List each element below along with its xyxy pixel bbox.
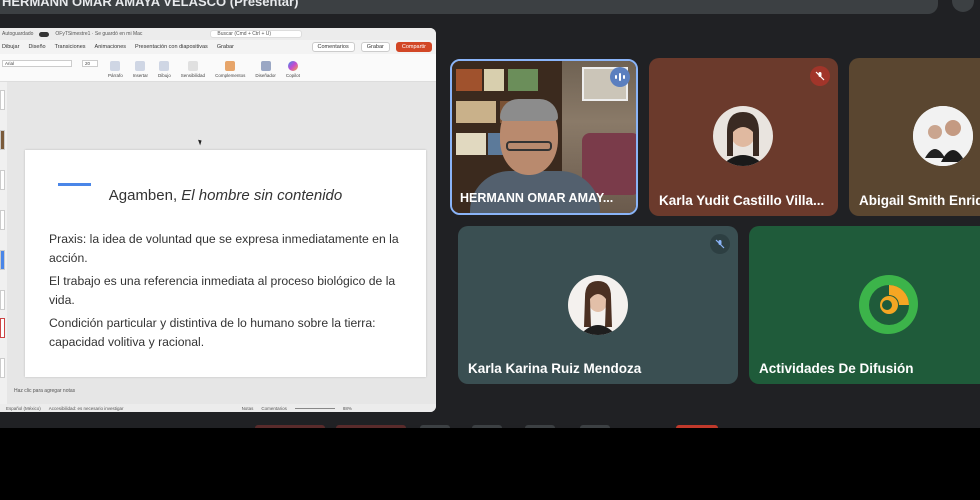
slide-title-italic: El hombre sin contenido xyxy=(181,187,343,204)
ppt-search-box[interactable]: Buscar (Cmd + Ctrl + U) xyxy=(210,30,303,38)
menu-transiciones[interactable]: Transiciones xyxy=(55,44,86,50)
slide-thumbnail[interactable] xyxy=(0,250,5,270)
ribbon-insertar[interactable]: Insertar xyxy=(133,61,148,78)
menu-grabar[interactable]: Grabar xyxy=(217,44,234,50)
sensitivity-icon xyxy=(187,61,198,71)
participant-name: Karla Yudit Castillo Villa... xyxy=(659,193,825,208)
slide-thumbnail[interactable] xyxy=(0,90,5,110)
ribbon-parrafo[interactable]: Párrafo xyxy=(108,61,123,78)
draw-icon xyxy=(159,61,170,71)
menu-dibujar[interactable]: Dibujar xyxy=(2,44,19,50)
slide-thumbnail[interactable] xyxy=(0,290,5,310)
ribbon-disenador-label: Diseñador xyxy=(255,73,276,78)
record-button[interactable]: Grabar xyxy=(360,42,390,52)
ribbon-copilot[interactable]: Copilot xyxy=(286,61,300,78)
participant-tile-actividades[interactable]: Actividades De Difusión xyxy=(749,226,980,384)
slide-bullet: Condición particular y distintiva de lo … xyxy=(49,316,376,349)
ribbon-copilot-label: Copilot xyxy=(285,73,300,78)
presenter-banner: HERMANN OMAR AMAYA VELASCO (Presentar) xyxy=(0,0,938,14)
slide-thumbnail[interactable] xyxy=(0,130,5,150)
participant-tile-karla-yudit[interactable]: Karla Yudit Castillo Villa... xyxy=(649,58,838,216)
addins-icon xyxy=(225,61,236,71)
participant-tile-abigail[interactable]: Abigail Smith Enriquez xyxy=(849,58,980,216)
ribbon-sensibilidad[interactable]: Sensibilidad xyxy=(181,61,205,78)
comments-button[interactable]: Comentarios xyxy=(311,42,355,52)
ribbon-disenador[interactable]: Diseñador xyxy=(255,61,276,78)
muted-mic-icon xyxy=(810,66,830,86)
slide-thumbnail[interactable] xyxy=(0,210,5,230)
slide-thumbnail[interactable] xyxy=(0,170,5,190)
participant-avatar xyxy=(568,275,628,335)
status-accessibility[interactable]: Accesibilidad: es necesario investigar xyxy=(49,406,124,411)
ppt-ribbon: Arial 20 Párrafo Insertar Dibujo Sensibi… xyxy=(0,54,436,82)
status-language: Español (México) xyxy=(6,405,41,411)
muted-mic-icon xyxy=(710,234,730,254)
font-name-box[interactable]: Arial xyxy=(2,59,72,67)
menu-presentacion[interactable]: Presentación con diapositivas xyxy=(135,44,208,50)
ribbon-sensibilidad-label: Sensibilidad xyxy=(180,73,206,78)
slide-title-plain: Agamben, xyxy=(108,187,182,204)
shared-powerpoint-window: Autoguardado OFyTSimestre1 · Se guardó e… xyxy=(0,28,436,412)
participant-name: Karla Karina Ruiz Mendoza xyxy=(468,361,642,376)
zoom-level: 88% xyxy=(342,405,352,411)
ppt-editor-area: Agamben, El hombre sin contenido Praxis:… xyxy=(0,82,436,404)
participant-avatar xyxy=(713,106,773,166)
slide-bullet: Praxis: la idea de voluntad que se expre… xyxy=(49,232,399,265)
meeting-stage: HERMANN OMAR AMAYA VELASCO (Presentar) A… xyxy=(0,0,980,428)
copilot-icon xyxy=(287,61,298,71)
ribbon-insertar-label: Insertar xyxy=(132,73,149,78)
zoom-slider[interactable] xyxy=(294,407,335,409)
ribbon-complementos[interactable]: Complementos xyxy=(215,61,245,78)
corner-menu-button[interactable] xyxy=(952,0,974,12)
current-slide[interactable]: Agamben, El hombre sin contenido Praxis:… xyxy=(25,150,426,377)
slide-bullet: El trabajo es una referencia inmediata a… xyxy=(49,274,396,307)
status-notes[interactable]: Notas xyxy=(242,406,254,411)
ppt-status-bar: Español (México) Accesibilidad: es neces… xyxy=(0,404,436,412)
ribbon-parrafo-label: Párrafo xyxy=(108,73,123,78)
ribbon-complementos-label: Complementos xyxy=(215,73,246,78)
person-glasses xyxy=(506,141,552,151)
participant-tile-hermann[interactable]: HERMANN OMAR AMAY... xyxy=(450,59,638,215)
slide-thumbnails xyxy=(0,82,7,404)
slide-body: Praxis: la idea de voluntad que se expre… xyxy=(49,230,399,356)
participant-name: HERMANN OMAR AMAY... xyxy=(460,191,614,205)
autosave-toggle[interactable] xyxy=(39,31,50,37)
menu-diseno[interactable]: Diseño xyxy=(28,44,45,50)
person-hair xyxy=(500,99,558,121)
participant-tile-karla-karina[interactable]: Karla Karina Ruiz Mendoza xyxy=(458,226,738,384)
letterbox-bottom xyxy=(0,428,980,500)
slide-thumbnail[interactable] xyxy=(0,358,5,378)
notes-placeholder[interactable]: Haz clic para agregar notas xyxy=(14,388,75,394)
menu-animaciones[interactable]: Animaciones xyxy=(95,44,127,50)
speaking-indicator-icon xyxy=(610,67,630,87)
font-size-box[interactable]: 20 xyxy=(82,59,98,67)
slide-thumbnail-selected[interactable] xyxy=(0,318,5,338)
insert-icon xyxy=(135,61,146,71)
file-name: OFyTSimestre1 · Se guardó en mi Mac xyxy=(55,31,143,37)
ribbon-dibujo-label: Dibujo xyxy=(158,73,171,78)
ppt-menu-bar: Dibujar Diseño Transiciones Animaciones … xyxy=(0,40,436,54)
paragraph-icon xyxy=(110,61,121,71)
autosave-label: Autoguardado xyxy=(2,31,34,37)
share-button[interactable]: Compartir xyxy=(395,42,432,52)
status-comments[interactable]: Comentarios xyxy=(261,406,287,411)
participant-name: Actividades De Difusión xyxy=(759,361,914,376)
ppt-title-bar: Autoguardado OFyTSimestre1 · Se guardó e… xyxy=(0,28,436,40)
presenter-banner-text: HERMANN OMAR AMAYA VELASCO (Presentar) xyxy=(2,0,299,9)
slide-accent-line xyxy=(58,183,91,186)
designer-icon xyxy=(260,61,271,71)
slide-title: Agamben, El hombre sin contenido xyxy=(25,187,426,204)
ppt-menu-right: Comentarios Grabar Compartir xyxy=(311,42,436,52)
ribbon-dibujo[interactable]: Dibujo xyxy=(158,61,171,78)
participant-avatar-logo xyxy=(858,274,918,334)
participant-name: Abigail Smith Enriquez xyxy=(859,193,980,208)
participant-avatar xyxy=(913,106,973,166)
